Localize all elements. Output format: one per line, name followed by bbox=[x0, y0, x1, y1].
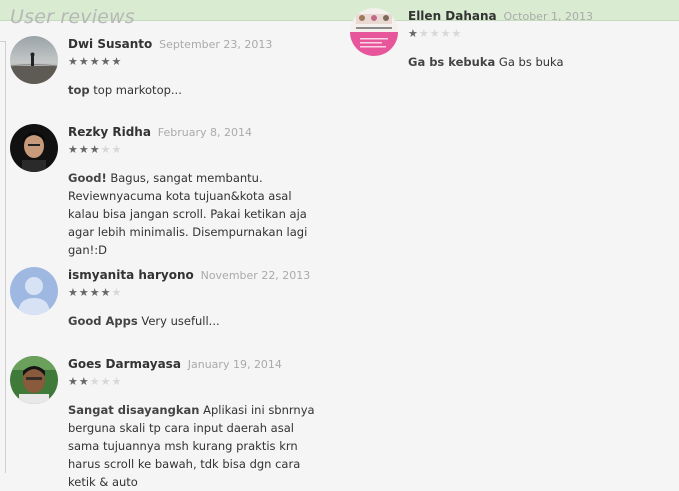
star-filled-icon: ★ bbox=[68, 55, 79, 68]
review-title: Ga bs kebuka bbox=[408, 55, 496, 69]
star-filled-icon: ★ bbox=[68, 286, 79, 299]
divider bbox=[5, 42, 6, 473]
review-author: Dwi Susanto September 23, 2013 bbox=[68, 36, 272, 53]
star-empty-icon: ★ bbox=[111, 286, 123, 299]
review-body: top top markotop... bbox=[68, 81, 320, 99]
review-author: ismyanita haryono November 22, 2013 bbox=[68, 267, 310, 284]
author-name[interactable]: Ellen Dahana bbox=[408, 9, 497, 23]
review-author: Goes Darmayasa January 19, 2014 bbox=[68, 356, 282, 373]
star-empty-icon: ★ bbox=[429, 27, 441, 40]
star-empty-icon: ★ bbox=[418, 27, 430, 40]
review-date: January 19, 2014 bbox=[187, 358, 282, 371]
review-body: Sangat disayangkan Aplikasi ini sbnrnya … bbox=[68, 401, 320, 491]
star-filled-icon: ★ bbox=[78, 55, 90, 68]
review-date: February 8, 2014 bbox=[157, 126, 252, 139]
author-name[interactable]: Dwi Susanto bbox=[68, 37, 152, 51]
review-title: top bbox=[68, 83, 90, 97]
star-rating: ★★★★★ bbox=[68, 287, 122, 299]
star-rating: ★★★★★ bbox=[408, 28, 462, 40]
star-filled-icon: ★ bbox=[78, 286, 90, 299]
star-filled-icon: ★ bbox=[68, 143, 79, 156]
avatar[interactable] bbox=[10, 124, 58, 172]
review-author: Rezky Ridha February 8, 2014 bbox=[68, 124, 252, 141]
author-name[interactable]: Rezky Ridha bbox=[68, 125, 151, 139]
review-title: Good! bbox=[68, 171, 107, 185]
star-filled-icon: ★ bbox=[68, 375, 79, 388]
review-date: October 1, 2013 bbox=[503, 10, 593, 23]
star-rating: ★★★★★ bbox=[68, 376, 122, 388]
star-filled-icon: ★ bbox=[100, 55, 112, 68]
star-rating: ★★★★★ bbox=[68, 56, 122, 68]
review-date: September 23, 2013 bbox=[159, 38, 273, 51]
review-text: Ga bs buka bbox=[498, 55, 564, 69]
avatar[interactable] bbox=[350, 8, 398, 56]
star-empty-icon: ★ bbox=[100, 143, 112, 156]
avatar[interactable] bbox=[10, 267, 58, 315]
review-body: Good! Bagus, sangat membantu. Reviewnyac… bbox=[68, 169, 320, 259]
review-body: Good Apps Very usefull... bbox=[68, 312, 320, 330]
review-date: November 22, 2013 bbox=[200, 269, 311, 282]
star-filled-icon: ★ bbox=[111, 55, 123, 68]
star-empty-icon: ★ bbox=[111, 375, 123, 388]
star-filled-icon: ★ bbox=[408, 27, 419, 40]
avatar[interactable] bbox=[10, 356, 58, 404]
star-empty-icon: ★ bbox=[89, 375, 101, 388]
author-name[interactable]: ismyanita haryono bbox=[68, 268, 194, 282]
star-filled-icon: ★ bbox=[89, 143, 101, 156]
review-body: Ga bs kebuka Ga bs buka bbox=[408, 53, 660, 71]
star-filled-icon: ★ bbox=[78, 375, 90, 388]
star-empty-icon: ★ bbox=[100, 375, 112, 388]
review-title: Sangat disayangkan bbox=[68, 403, 200, 417]
review-title: Good Apps bbox=[68, 314, 138, 328]
star-empty-icon: ★ bbox=[440, 27, 452, 40]
star-filled-icon: ★ bbox=[78, 143, 90, 156]
review-text: Very usefull... bbox=[141, 314, 220, 328]
avatar[interactable] bbox=[10, 36, 58, 84]
star-filled-icon: ★ bbox=[89, 286, 101, 299]
star-filled-icon: ★ bbox=[100, 286, 112, 299]
star-rating: ★★★★★ bbox=[68, 144, 122, 156]
review-text: top markotop... bbox=[93, 83, 182, 97]
star-filled-icon: ★ bbox=[89, 55, 101, 68]
review-author: Ellen Dahana October 1, 2013 bbox=[408, 8, 593, 25]
star-empty-icon: ★ bbox=[451, 27, 463, 40]
star-empty-icon: ★ bbox=[111, 143, 123, 156]
section-title: User reviews bbox=[10, 6, 135, 28]
author-name[interactable]: Goes Darmayasa bbox=[68, 357, 181, 371]
